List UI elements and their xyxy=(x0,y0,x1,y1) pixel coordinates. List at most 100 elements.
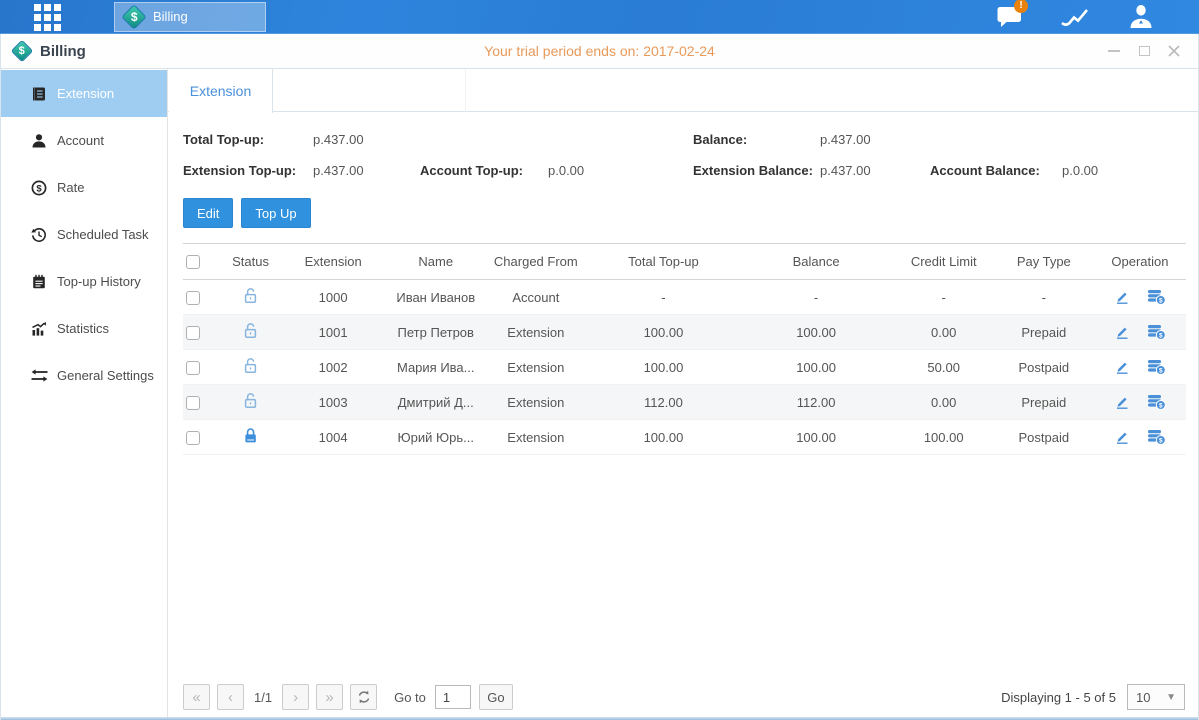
chevron-down-icon: ▼ xyxy=(1166,692,1176,703)
refresh-button[interactable] xyxy=(350,684,377,710)
cell-charged-from: Extension xyxy=(483,420,588,455)
main-content: Extension Total Top-up: p.437.00 Extensi… xyxy=(168,69,1199,719)
close-icon[interactable] xyxy=(1167,44,1181,58)
total-topup-value: p.437.00 xyxy=(313,132,364,147)
pencil-icon xyxy=(1114,324,1130,340)
select-all-checkbox[interactable] xyxy=(186,255,200,269)
cell-total-topup: 100.00 xyxy=(588,420,738,455)
table-header-row: Status Extension Name Charged From Total… xyxy=(183,244,1186,280)
column-name: Name xyxy=(388,244,483,280)
pencil-icon xyxy=(1114,359,1130,375)
total-topup-label: Total Top-up: xyxy=(183,132,313,147)
row-checkbox[interactable] xyxy=(186,396,200,410)
user-icon xyxy=(1128,4,1154,29)
account-icon xyxy=(30,133,48,149)
cell-credit-limit: 0.00 xyxy=(894,385,994,420)
topup-extension-button[interactable]: $ xyxy=(1148,394,1166,410)
cell-extension: 1000 xyxy=(278,280,388,315)
cell-balance: 112.00 xyxy=(739,385,894,420)
taskbar-item-billing[interactable]: $ Billing xyxy=(114,2,266,32)
statistics-icon xyxy=(30,321,48,337)
account-balance-value: p.0.00 xyxy=(1062,163,1098,178)
cell-charged-from: Account xyxy=(483,280,588,315)
pencil-icon xyxy=(1114,394,1130,410)
window-body: Extension Account $ Rate Scheduled Task xyxy=(0,69,1199,719)
topup-extension-button[interactable]: $ xyxy=(1148,324,1166,340)
sidebar-item-account[interactable]: Account xyxy=(0,117,167,164)
extension-balance-label: Extension Balance: xyxy=(693,163,820,178)
page-size-select[interactable]: 10 ▼ xyxy=(1127,684,1185,710)
goto-label: Go to xyxy=(394,690,426,705)
trial-notice: Your trial period ends on: 2017-02-24 xyxy=(0,43,1199,59)
sidebar-item-rate[interactable]: $ Rate xyxy=(0,164,167,211)
sidebar-item-extension[interactable]: Extension xyxy=(0,70,167,117)
column-credit-limit: Credit Limit xyxy=(894,244,994,280)
tab-extension[interactable]: Extension xyxy=(169,69,273,113)
apps-menu-icon[interactable] xyxy=(34,4,74,30)
topup-extension-button[interactable]: $ xyxy=(1148,429,1166,445)
maximize-icon[interactable] xyxy=(1137,44,1151,58)
row-checkbox[interactable] xyxy=(186,291,200,305)
minimize-icon[interactable] xyxy=(1107,44,1121,58)
cell-extension: 1001 xyxy=(278,315,388,350)
edit-extension-button[interactable] xyxy=(1114,359,1130,375)
topup-extension-button[interactable]: $ xyxy=(1148,359,1166,375)
status-unlocked-icon xyxy=(243,287,258,304)
row-checkbox[interactable] xyxy=(186,361,200,375)
user-menu-button[interactable] xyxy=(1125,3,1157,31)
row-checkbox[interactable] xyxy=(186,431,200,445)
row-checkbox[interactable] xyxy=(186,326,200,340)
pencil-icon xyxy=(1114,429,1130,445)
cell-charged-from: Extension xyxy=(483,350,588,385)
cell-name: Петр Петров xyxy=(388,315,483,350)
cell-charged-from: Extension xyxy=(483,315,588,350)
topup-extension-button[interactable]: $ xyxy=(1148,289,1166,305)
cell-charged-from: Extension xyxy=(483,385,588,420)
sidebar-item-label: Extension xyxy=(57,86,114,101)
taskbar-item-label: Billing xyxy=(153,9,188,24)
sidebar-item-scheduled-task[interactable]: Scheduled Task xyxy=(0,211,167,258)
column-charged-from: Charged From xyxy=(483,244,588,280)
goto-page-input[interactable] xyxy=(435,685,471,709)
statistics-topbar-button[interactable] xyxy=(1059,3,1091,31)
go-button[interactable]: Go xyxy=(479,684,513,710)
notifications-button[interactable]: ! xyxy=(993,3,1025,31)
edit-button[interactable]: Edit xyxy=(183,198,233,228)
cell-total-topup: 112.00 xyxy=(588,385,738,420)
prev-page-button[interactable]: ‹ xyxy=(217,684,244,710)
column-balance: Balance xyxy=(739,244,894,280)
cell-credit-limit: 0.00 xyxy=(894,315,994,350)
edit-extension-button[interactable] xyxy=(1114,289,1130,305)
sidebar-item-statistics[interactable]: Statistics xyxy=(0,305,167,352)
status-unlocked-icon xyxy=(243,322,258,339)
table-row: 1004 Юрий Юрь... Extension 100.00 100.00… xyxy=(183,420,1186,455)
last-page-button[interactable]: » xyxy=(316,684,343,710)
edit-extension-button[interactable] xyxy=(1114,429,1130,445)
coins-icon: $ xyxy=(1148,394,1166,410)
top-up-button[interactable]: Top Up xyxy=(241,198,310,228)
tab-strip: Extension xyxy=(168,69,1199,112)
account-balance-label: Account Balance: xyxy=(930,163,1062,178)
cell-total-topup: 100.00 xyxy=(588,315,738,350)
window-title: Billing xyxy=(40,43,86,60)
cell-extension: 1003 xyxy=(278,385,388,420)
window-controls xyxy=(1107,44,1181,58)
cell-balance: - xyxy=(739,280,894,315)
table-row: 1001 Петр Петров Extension 100.00 100.00… xyxy=(183,315,1186,350)
column-total-topup: Total Top-up xyxy=(588,244,738,280)
extension-icon xyxy=(30,86,48,102)
sidebar-item-topup-history[interactable]: Top-up History xyxy=(0,258,167,305)
edit-extension-button[interactable] xyxy=(1114,324,1130,340)
line-chart-icon xyxy=(1060,6,1090,28)
first-page-button[interactable]: « xyxy=(183,684,210,710)
next-page-button[interactable]: › xyxy=(282,684,309,710)
svg-text:$: $ xyxy=(1159,402,1163,409)
svg-text:$: $ xyxy=(1159,297,1163,304)
cell-pay-type: - xyxy=(994,280,1094,315)
desktop-topbar: $ Billing ! xyxy=(0,0,1199,34)
page-indicator: 1/1 xyxy=(254,690,272,705)
cell-name: Иван Иванов xyxy=(388,280,483,315)
cell-total-topup: 100.00 xyxy=(588,350,738,385)
sidebar-item-general-settings[interactable]: General Settings xyxy=(0,352,167,399)
edit-extension-button[interactable] xyxy=(1114,394,1130,410)
